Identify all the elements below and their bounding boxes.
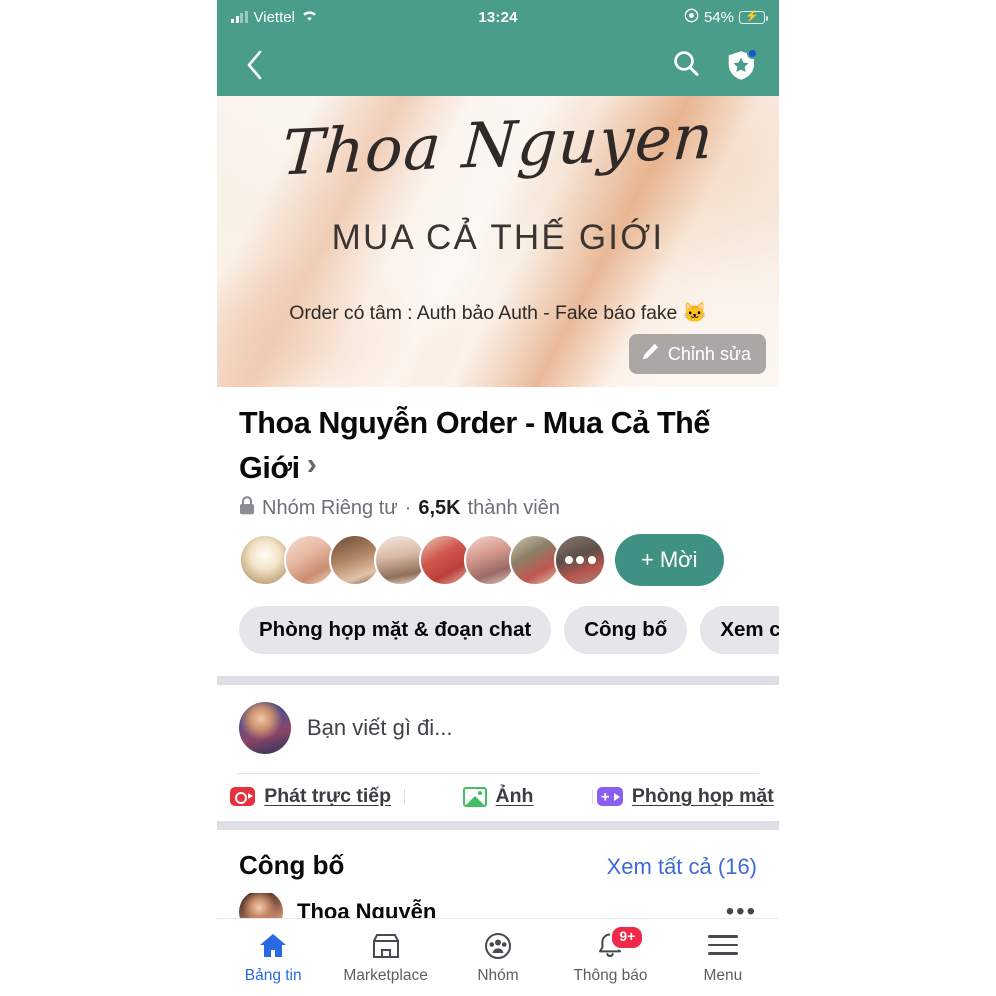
announcements-header: Công bố Xem tất cả (16) <box>217 830 779 893</box>
group-info: Thoa Nguyễn Order - Mua Cả Thế Giới › Nhó… <box>217 387 779 521</box>
chip-see-more[interactable]: Xem chu <box>700 606 779 655</box>
tab-marketplace[interactable]: Marketplace <box>329 930 441 985</box>
live-video-icon <box>230 787 256 807</box>
section-divider-2 <box>217 821 779 831</box>
battery-percent-label: 54% <box>703 8 734 26</box>
announcements-title: Công bố <box>239 850 345 881</box>
video-room-icon <box>596 787 623 807</box>
notifications-badge: 9+ <box>610 925 645 950</box>
shield-badge-dot <box>747 48 758 59</box>
video-room-label: Phòng họp mặt <box>631 785 774 808</box>
top-nav-bar <box>217 34 779 96</box>
live-video-label: Phát trực tiếp <box>264 785 392 808</box>
battery-charging-icon: ⚡ <box>739 10 768 24</box>
photo-label: Ảnh <box>495 785 534 808</box>
member-count: 6,5K <box>418 497 461 520</box>
tab-marketplace-label: Marketplace <box>343 967 428 984</box>
screen-root: Viettel 13:24 54% ⚡ Thoa Nguyen MUA CẢ T… <box>0 0 996 996</box>
groups-icon <box>483 930 513 960</box>
phone-viewport: Viettel 13:24 54% ⚡ Thoa Nguyen MUA CẢ T… <box>217 0 779 996</box>
user-avatar[interactable] <box>239 702 291 755</box>
post-composer[interactable]: Bạn viết gì đi... <box>217 685 779 773</box>
pencil-icon <box>641 342 660 366</box>
cover-tagline: Order có tâm : Auth bảo Auth - Fake báo … <box>289 302 707 324</box>
cover-script-title: Thoa Nguyen <box>279 99 717 190</box>
tab-groups[interactable]: Nhóm <box>442 930 554 985</box>
tab-groups-label: Nhóm <box>477 967 519 984</box>
cover-photo[interactable]: Thoa Nguyen MUA CẢ THẾ GIỚI Order có tâm… <box>217 96 779 387</box>
nav-actions <box>671 48 758 83</box>
member-avatars-row: + Mời <box>217 521 779 587</box>
tab-menu-label: Menu <box>703 967 743 984</box>
chevron-right-icon: › <box>306 446 317 481</box>
invite-label: Mời <box>659 547 698 573</box>
group-privacy-label: Nhóm Riêng tư <box>262 497 398 520</box>
status-bar-right: 54% ⚡ <box>684 8 768 27</box>
status-bar: Viettel 13:24 54% ⚡ <box>217 0 779 34</box>
hamburger-menu-icon <box>707 930 738 960</box>
edit-cover-button[interactable]: Chỉnh sửa <box>628 334 766 374</box>
more-members-avatar[interactable] <box>554 534 606 587</box>
edit-cover-label: Chỉnh sửa <box>667 343 751 364</box>
tab-menu[interactable]: Menu <box>667 930 779 985</box>
quick-action-chips[interactable]: Phòng họp mặt & đoạn chat Công bố Xem ch… <box>217 586 779 676</box>
see-all-announcements-link[interactable]: Xem tất cả (16) <box>607 854 757 880</box>
member-word: thành viên <box>467 497 560 520</box>
lock-icon <box>239 496 255 521</box>
meta-separator: · <box>404 497 412 520</box>
cover-subtitle: MUA CẢ THẾ GIỚI <box>331 218 665 257</box>
store-icon <box>371 930 401 960</box>
composer-actions: Phát trực tiếp Ảnh Phòng họp mặt <box>217 774 779 821</box>
invite-button[interactable]: + Mời <box>615 534 724 587</box>
shield-star-icon[interactable] <box>725 48 758 81</box>
tab-news-feed[interactable]: Bảng tin <box>217 930 329 985</box>
ellipsis-icon <box>556 556 604 565</box>
composer-placeholder: Bạn viết gì đi... <box>307 715 453 741</box>
chip-announcements[interactable]: Công bố <box>564 606 688 655</box>
bell-icon: 9+ <box>595 925 645 960</box>
chip-rooms-chats[interactable]: Phòng họp mặt & đoạn chat <box>239 606 552 655</box>
plus-icon: + <box>641 547 654 573</box>
group-meta: Nhóm Riêng tư · 6,5K thành viên <box>239 496 757 521</box>
live-video-button[interactable]: Phát trực tiếp <box>217 785 404 808</box>
page-title[interactable]: Thoa Nguyễn Order - Mua Cả Thế Giới › <box>239 403 757 488</box>
photo-button[interactable]: Ảnh <box>404 785 591 808</box>
section-divider <box>217 676 779 686</box>
home-icon <box>258 930 288 960</box>
search-icon[interactable] <box>671 48 701 83</box>
video-room-button[interactable]: Phòng họp mặt <box>591 785 779 808</box>
tab-news-feed-label: Bảng tin <box>244 967 302 984</box>
back-button[interactable] <box>239 50 269 80</box>
location-arrow-icon <box>684 8 699 27</box>
tab-notifications[interactable]: 9+ Thông báo <box>554 925 666 985</box>
tab-notifications-label: Thông báo <box>573 967 648 984</box>
photo-icon <box>462 786 487 807</box>
bottom-tab-bar: Bảng tin Marketplace Nhóm 9+ Thông báo M… <box>217 918 779 996</box>
